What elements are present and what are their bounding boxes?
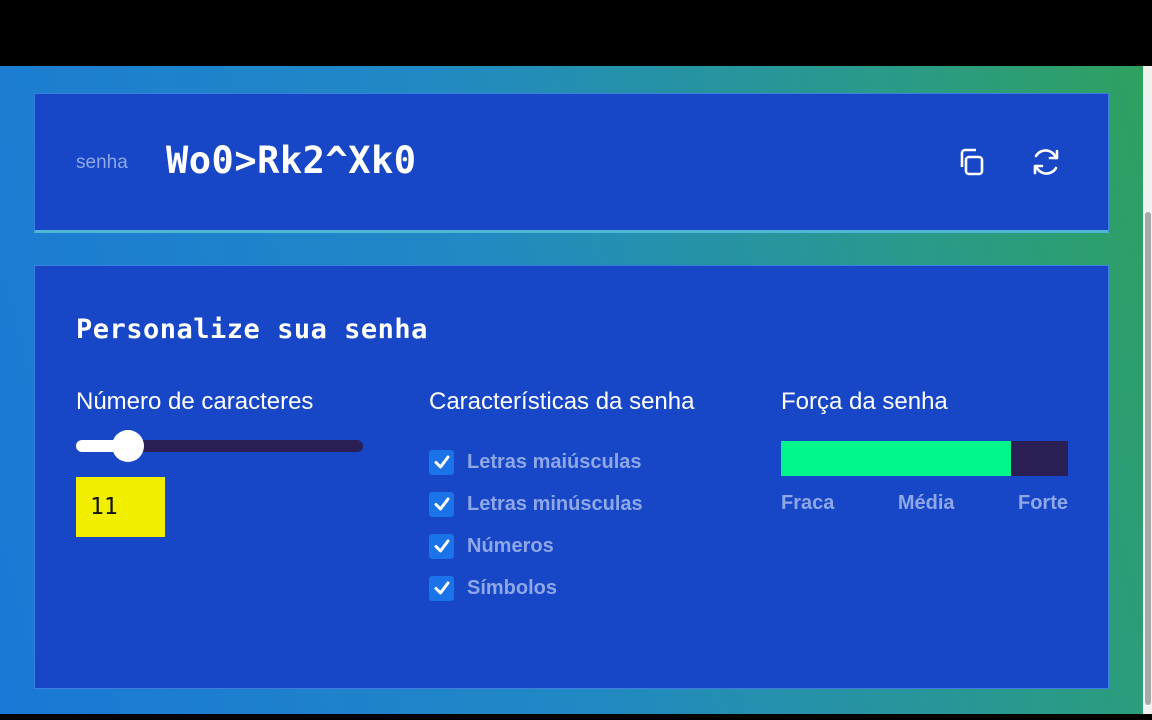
checkmark-icon — [434, 581, 449, 595]
checkbox[interactable] — [429, 491, 454, 517]
copy-icon — [960, 148, 984, 176]
strength-label-strong: Forte — [1018, 492, 1068, 514]
settings-title: Personalize sua senha — [76, 314, 428, 345]
checkmark-icon — [434, 539, 449, 553]
feature-label: Números — [467, 534, 554, 557]
feature-option[interactable]: Símbolos — [429, 567, 643, 609]
password-value: Wo0>Rk2^Xk0 — [166, 139, 417, 182]
bottom-edge — [0, 714, 1152, 720]
length-slider[interactable] — [76, 430, 363, 462]
features-heading: Características da senha — [429, 388, 695, 415]
password-label: senha — [76, 152, 128, 173]
feature-label: Letras maiúsculas — [467, 450, 642, 473]
feature-option[interactable]: Letras maiúsculas — [429, 441, 643, 483]
feature-option[interactable]: Números — [429, 525, 643, 567]
features-list: Letras maiúsculas Letras minúsculas Número… — [429, 441, 643, 609]
refresh-icon — [1033, 149, 1059, 175]
strength-meter — [781, 441, 1068, 476]
scrollbar-thumb[interactable] — [1145, 212, 1151, 705]
strength-fill — [781, 441, 1011, 476]
feature-option[interactable]: Letras minúsculas — [429, 483, 643, 525]
feature-label: Letras minúsculas — [467, 492, 643, 515]
feature-label: Símbolos — [467, 576, 558, 599]
slider-thumb[interactable] — [111, 430, 144, 462]
password-card: senha Wo0>Rk2^Xk0 — [34, 93, 1109, 233]
strength-heading: Força da senha — [781, 388, 948, 415]
checkbox[interactable] — [429, 449, 454, 475]
checkmark-icon — [434, 497, 449, 511]
strength-label-weak: Fraca — [781, 492, 835, 514]
strength-label-medium: Média — [897, 492, 955, 514]
checkbox[interactable] — [429, 533, 454, 559]
checkmark-icon — [434, 455, 449, 469]
settings-card: Personalize sua senha Número de caracter… — [34, 265, 1109, 689]
checkbox[interactable] — [429, 575, 454, 601]
refresh-button[interactable] — [1028, 144, 1064, 180]
browser-top-bar — [0, 0, 1152, 66]
strength-labels: Fraca Média Forte — [781, 492, 1068, 515]
copy-button[interactable] — [953, 144, 989, 180]
length-input[interactable] — [76, 477, 165, 537]
vertical-scrollbar[interactable] — [1143, 66, 1152, 720]
page-viewport: senha Wo0>Rk2^Xk0 Personalize sua senha … — [0, 66, 1143, 720]
length-heading: Número de caracteres — [76, 388, 314, 415]
